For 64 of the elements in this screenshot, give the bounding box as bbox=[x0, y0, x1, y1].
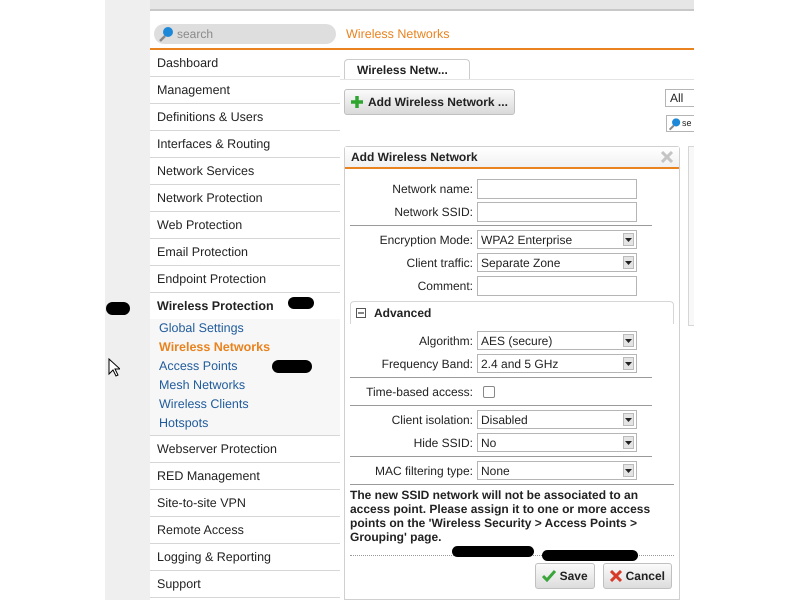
field-label: Frequency Band: bbox=[380, 356, 474, 372]
add-wireless-network-button[interactable]: Add Wireless Network ... bbox=[344, 89, 515, 115]
sidebar-item[interactable]: Support bbox=[150, 571, 340, 597]
field-label: MAC filtering type: bbox=[374, 462, 474, 480]
sidebar-item[interactable]: Site-to-site VPN bbox=[150, 490, 340, 516]
redaction-mark bbox=[106, 302, 130, 315]
cursor-icon bbox=[108, 358, 120, 377]
field-label: Client traffic: bbox=[406, 254, 474, 272]
dialog-title: Add Wireless Network bbox=[351, 149, 478, 166]
select-field[interactable]: 2.4 and 5 GHz bbox=[477, 354, 637, 373]
cancel-button[interactable]: Cancel bbox=[602, 563, 672, 589]
plus-icon bbox=[351, 96, 363, 108]
sidebar-item[interactable]: Network Services bbox=[150, 158, 340, 184]
field-label: Comment: bbox=[416, 278, 474, 294]
sidebar-item[interactable]: Web Protection bbox=[150, 212, 340, 238]
redaction-mark bbox=[272, 360, 312, 373]
sidebar-item[interactable]: Interfaces & Routing bbox=[150, 131, 340, 157]
search-icon bbox=[158, 26, 174, 42]
sidebar-item[interactable]: Webserver Protection bbox=[150, 436, 340, 462]
cross-icon bbox=[610, 570, 622, 582]
sidebar-item[interactable]: Remote Access bbox=[150, 517, 340, 543]
tab[interactable]: Wireless Netw... bbox=[344, 59, 470, 79]
select-field[interactable]: No bbox=[477, 433, 637, 452]
sidebar-item[interactable]: RED Management bbox=[150, 463, 340, 489]
page-title: Wireless Networks bbox=[346, 26, 450, 43]
text-field[interactable] bbox=[477, 276, 637, 296]
list-search-field[interactable]: se bbox=[666, 115, 694, 132]
collapse-icon[interactable] bbox=[356, 308, 366, 318]
sidebar-subitem[interactable]: Hotspots bbox=[150, 414, 340, 433]
sidebar-item[interactable]: Endpoint Protection bbox=[150, 266, 340, 292]
sidebar-item[interactable]: Email Protection bbox=[150, 239, 340, 265]
sidebar-item[interactable]: Network Protection bbox=[150, 185, 340, 211]
sidebar-item[interactable]: Management bbox=[150, 77, 340, 103]
sidebar-item[interactable]: Wireless Protection bbox=[150, 293, 340, 319]
sidebar-subitem[interactable]: Global Settings bbox=[150, 319, 340, 338]
filter-select[interactable]: All bbox=[665, 89, 694, 107]
checkmark-icon bbox=[542, 570, 556, 582]
field-label: Time-based access: bbox=[365, 384, 474, 400]
field-label: Hide SSID: bbox=[412, 434, 474, 452]
sidebar-subitem[interactable]: Mesh Networks bbox=[150, 376, 340, 395]
field-label: Network SSID: bbox=[393, 204, 474, 220]
checkbox[interactable] bbox=[483, 386, 495, 398]
text-field[interactable] bbox=[477, 178, 637, 198]
field-label: Encryption Mode: bbox=[378, 232, 474, 248]
sidebar-item[interactable]: Logging & Reporting bbox=[150, 544, 340, 570]
field-label: Network name: bbox=[391, 180, 474, 198]
section-title: Advanced bbox=[374, 305, 432, 322]
info-note: The new SSID network will not be associated to an access point. Please assign it to one or more access points on the 'Wireless Security > Access Points > Grouping' page. bbox=[350, 488, 652, 544]
select-field[interactable]: Disabled bbox=[477, 410, 637, 429]
sidebar-item[interactable]: Dashboard bbox=[150, 50, 340, 76]
select-field[interactable]: AES (secure) bbox=[477, 331, 637, 350]
select-field[interactable]: Separate Zone bbox=[477, 253, 637, 272]
text-field[interactable] bbox=[477, 202, 637, 222]
select-field[interactable]: WPA2 Enterprise bbox=[477, 230, 637, 249]
field-label: Client isolation: bbox=[390, 412, 474, 428]
save-button[interactable]: Save bbox=[534, 563, 595, 589]
search-icon bbox=[668, 116, 681, 130]
select-field[interactable]: None bbox=[477, 461, 637, 480]
close-icon[interactable] bbox=[661, 151, 673, 163]
redaction-mark bbox=[288, 297, 314, 309]
sidebar-subitem[interactable]: Wireless Clients bbox=[150, 395, 340, 414]
sidebar-subitem[interactable]: Access Points bbox=[150, 357, 340, 376]
sidebar-item[interactable]: Definitions & Users bbox=[150, 104, 340, 130]
field-label: Algorithm: bbox=[418, 332, 474, 350]
